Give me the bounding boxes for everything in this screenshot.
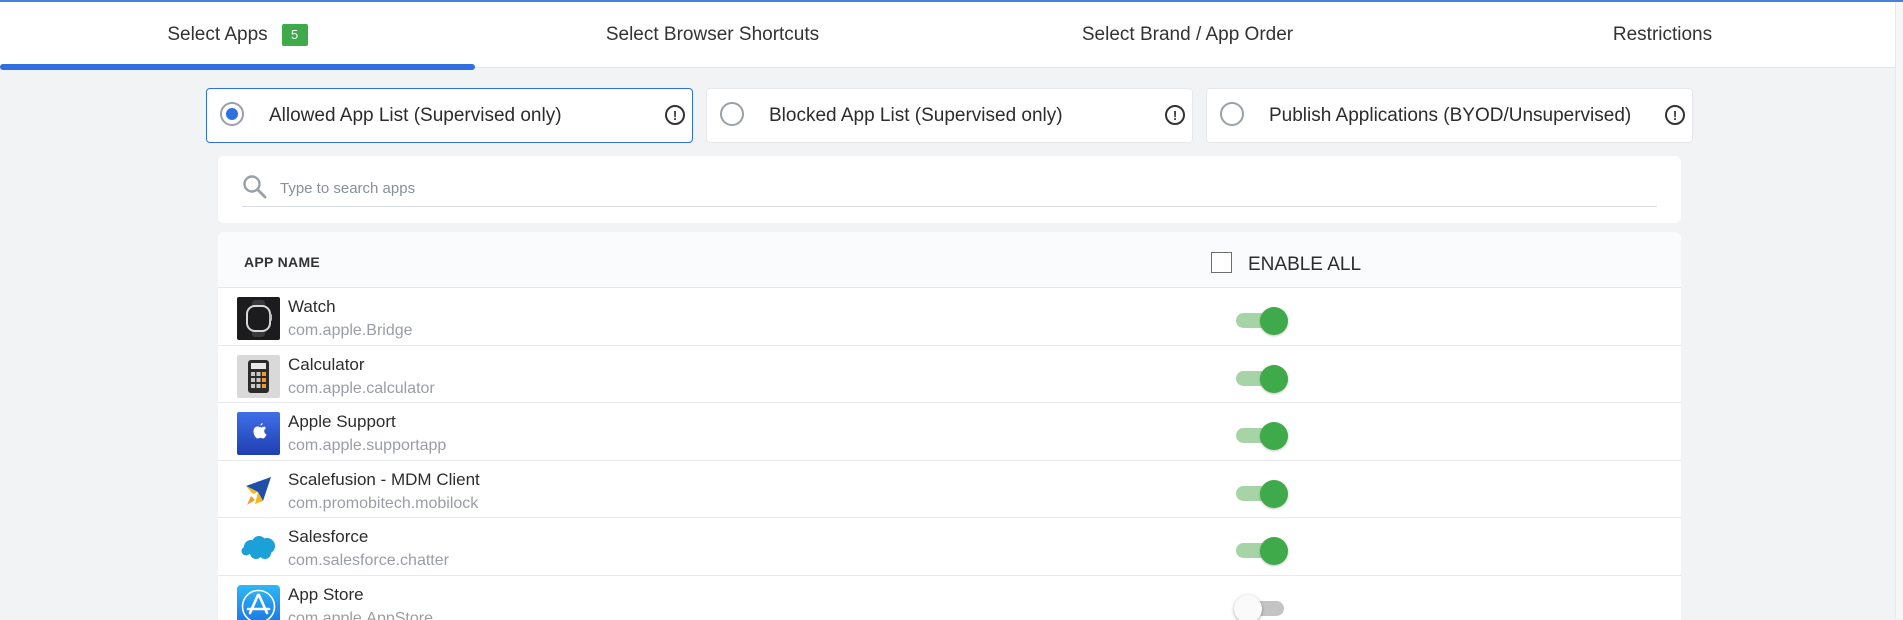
app-name: Apple Support <box>288 412 396 431</box>
search-icon <box>243 175 267 199</box>
mode-label: Publish Applications (BYOD/Unsupervised) <box>1269 104 1632 126</box>
mode-blocked-app-list[interactable]: Blocked App List (Supervised only) ! <box>706 88 1193 143</box>
watch-icon <box>237 297 280 340</box>
table-row: Calculator com.apple.calculator <box>218 346 1681 403</box>
app-table: APP NAME ENABLE ALL Watch com.apple.Brid… <box>218 232 1681 620</box>
tab-label: Select Browser Shortcuts <box>605 24 820 45</box>
app-name: Scalefusion - MDM Client <box>288 469 480 489</box>
app-enable-toggle[interactable] <box>1234 364 1288 393</box>
table-row: App Store com.apple.AppStore <box>218 576 1681 620</box>
app-enable-toggle[interactable] <box>1234 306 1288 335</box>
tab-label: Select Apps <box>167 24 268 45</box>
tab-select-brand-app-order[interactable]: Select Brand / App Order <box>950 2 1425 68</box>
app-enable-toggle[interactable] <box>1234 479 1288 508</box>
app-bundle-id: com.apple.supportapp <box>288 437 447 454</box>
search-panel <box>218 156 1681 223</box>
table-row: Watch com.apple.Bridge <box>218 288 1681 346</box>
app-name: Calculator <box>288 354 365 374</box>
tab-label: Select Brand / App Order <box>1081 24 1294 45</box>
table-row: Scalefusion - MDM Client com.promobitech… <box>218 461 1681 518</box>
calculator-icon <box>237 354 280 398</box>
radio-button[interactable] <box>220 102 244 126</box>
info-icon[interactable]: ! <box>665 105 685 125</box>
app-name: App Store <box>288 584 364 604</box>
tab-select-browser-shortcuts[interactable]: Select Browser Shortcuts <box>475 2 950 68</box>
search-input[interactable] <box>280 176 1640 200</box>
app-enable-toggle[interactable] <box>1234 594 1288 620</box>
enable-all-checkbox[interactable] <box>1211 252 1232 273</box>
radio-button[interactable] <box>720 102 744 126</box>
app-store-icon <box>237 584 280 620</box>
app-enable-toggle[interactable] <box>1234 536 1288 565</box>
apps-count-badge: 5 <box>281 24 308 46</box>
page-scrollbar[interactable] <box>1895 2 1903 618</box>
info-icon[interactable]: ! <box>1165 105 1185 125</box>
active-tab-indicator <box>0 64 475 70</box>
column-header-app-name: APP NAME <box>244 254 321 270</box>
radio-button[interactable] <box>1220 102 1244 126</box>
app-list-mode-selector: Allowed App List (Supervised only) ! Blo… <box>206 88 1693 143</box>
mode-publish-applications[interactable]: Publish Applications (BYOD/Unsupervised)… <box>1206 88 1693 143</box>
app-bundle-id: com.salesforce.chatter <box>288 552 449 569</box>
tab-label: Restrictions <box>1612 24 1713 45</box>
app-bundle-id: com.apple.AppStore <box>288 609 433 620</box>
tab-bar: Select Apps 5 Select Browser Shortcuts S… <box>0 0 1903 70</box>
table-row: Salesforce com.salesforce.chatter <box>218 518 1681 576</box>
table-row: Apple Support com.apple.supportapp <box>218 403 1681 461</box>
app-name: Salesforce <box>288 527 369 546</box>
app-bundle-id: com.apple.calculator <box>288 379 435 397</box>
salesforce-icon <box>237 527 280 570</box>
enable-all-label: ENABLE ALL <box>1248 254 1362 275</box>
app-bundle-id: com.promobitech.mobilock <box>288 494 479 512</box>
apple-support-icon <box>237 412 280 455</box>
scalefusion-icon <box>237 469 280 513</box>
mode-label: Allowed App List (Supervised only) <box>269 104 562 126</box>
table-header: APP NAME ENABLE ALL <box>218 232 1681 288</box>
app-name: Watch <box>288 297 336 316</box>
app-enable-toggle[interactable] <box>1234 421 1288 450</box>
mode-label: Blocked App List (Supervised only) <box>769 104 1063 126</box>
info-icon[interactable]: ! <box>1665 105 1685 125</box>
tab-select-apps[interactable]: Select Apps 5 <box>0 2 475 70</box>
mode-allowed-app-list[interactable]: Allowed App List (Supervised only) ! <box>206 88 693 143</box>
tab-restrictions[interactable]: Restrictions <box>1425 2 1900 68</box>
app-bundle-id: com.apple.Bridge <box>288 322 413 339</box>
search-field <box>242 170 1657 207</box>
